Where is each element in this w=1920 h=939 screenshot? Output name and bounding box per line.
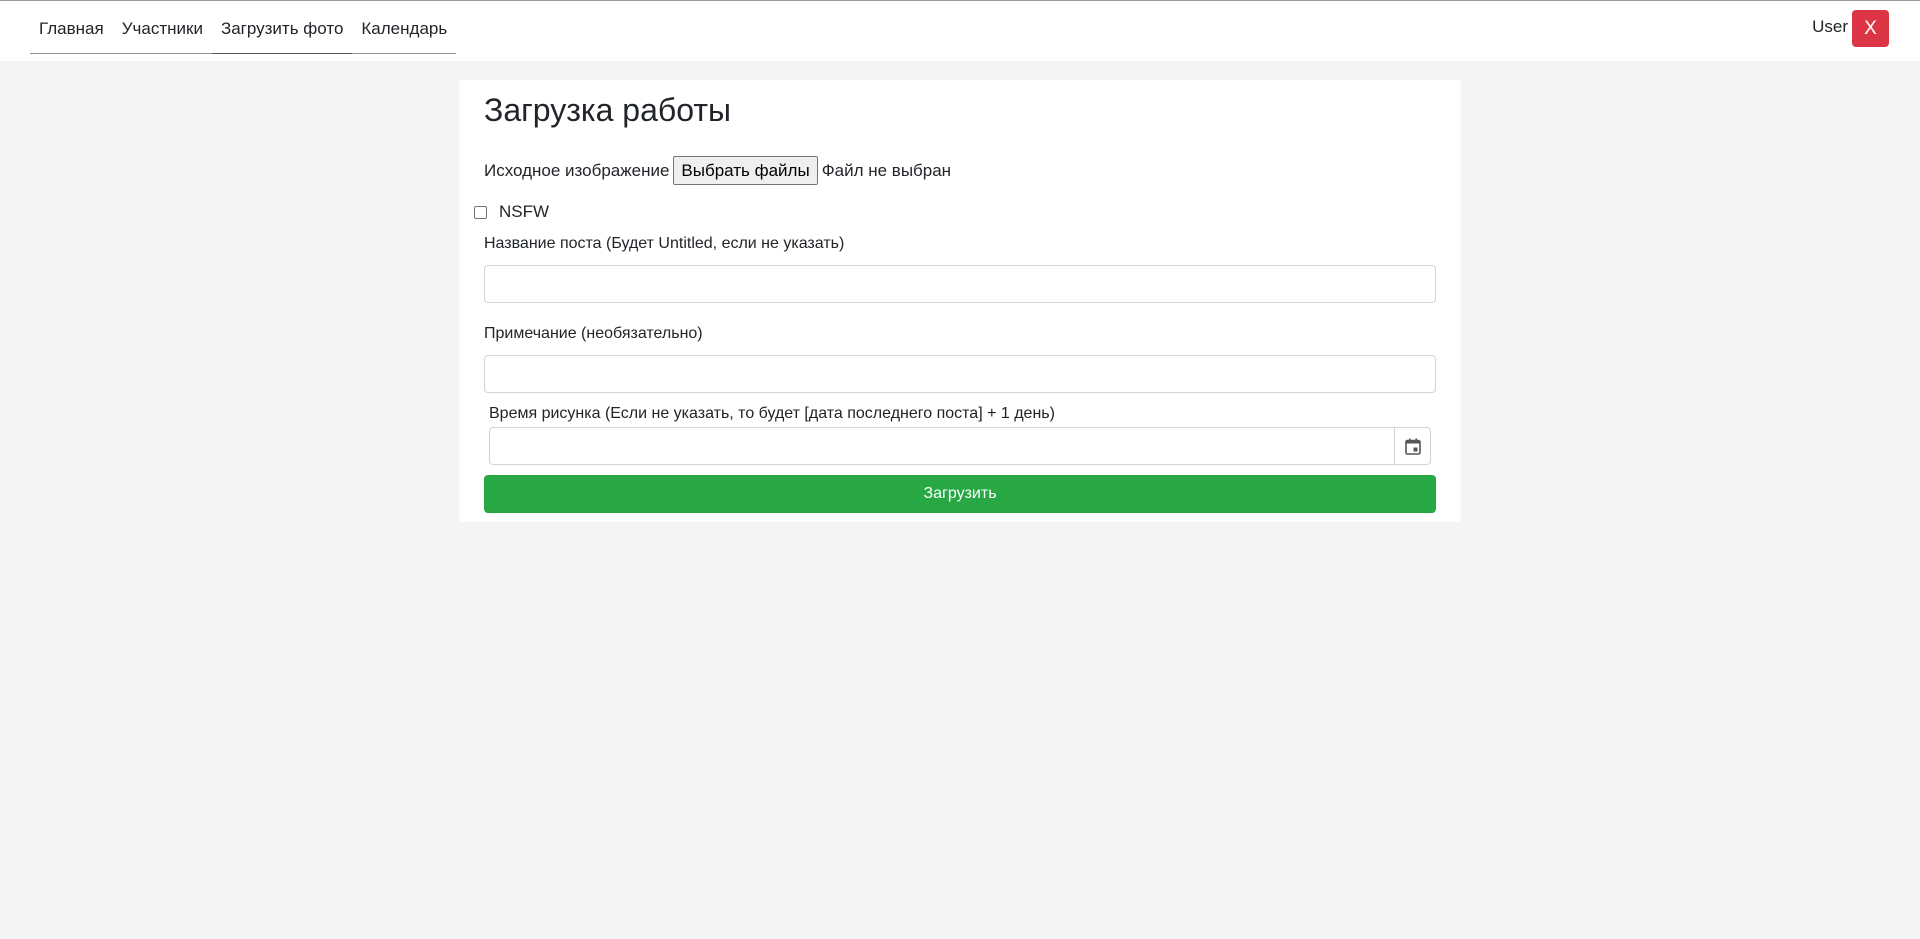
drawing-time-input[interactable]	[490, 428, 1395, 464]
nsfw-row: NSFW	[474, 202, 549, 222]
nsfw-checkbox[interactable]	[474, 205, 487, 219]
drawing-time-group	[489, 427, 1431, 465]
logout-button[interactable]: X	[1852, 10, 1889, 47]
top-navbar: Главная Участники Загрузить фото Календа…	[0, 0, 1920, 61]
post-title-label: Название поста (Будет Untitled, если не …	[484, 235, 845, 252]
nsfw-label: NSFW	[499, 202, 550, 221]
nav-item-participants[interactable]: Участники	[113, 1, 212, 54]
drawing-time-label: Время рисунка (Если не указать, то будет…	[489, 405, 1055, 422]
post-title-input[interactable]	[484, 265, 1436, 303]
nav-item-home[interactable]: Главная	[30, 1, 113, 54]
main-nav: Главная Участники Загрузить фото Календа…	[30, 1, 457, 54]
note-input[interactable]	[484, 355, 1436, 393]
upload-submit-button[interactable]: Загрузить	[484, 475, 1436, 513]
file-status-text: Файл не выбран	[821, 160, 952, 180]
file-upload-row: Исходное изображение Выбрать файлы Файл …	[484, 156, 951, 185]
nav-item-calendar[interactable]: Календарь	[352, 1, 456, 54]
calendar-icon	[1404, 438, 1421, 455]
user-name: User	[1812, 17, 1848, 36]
note-label: Примечание (необязательно)	[484, 325, 703, 342]
nav-item-upload-photo[interactable]: Загрузить фото	[211, 1, 353, 54]
page-title: Загрузка работы	[484, 92, 731, 128]
upload-form-card: Загрузка работы Исходное изображение Выб…	[459, 80, 1461, 522]
calendar-picker-button[interactable]	[1394, 428, 1430, 464]
file-upload-label: Исходное изображение	[484, 160, 670, 180]
choose-files-button[interactable]: Выбрать файлы	[673, 156, 818, 185]
